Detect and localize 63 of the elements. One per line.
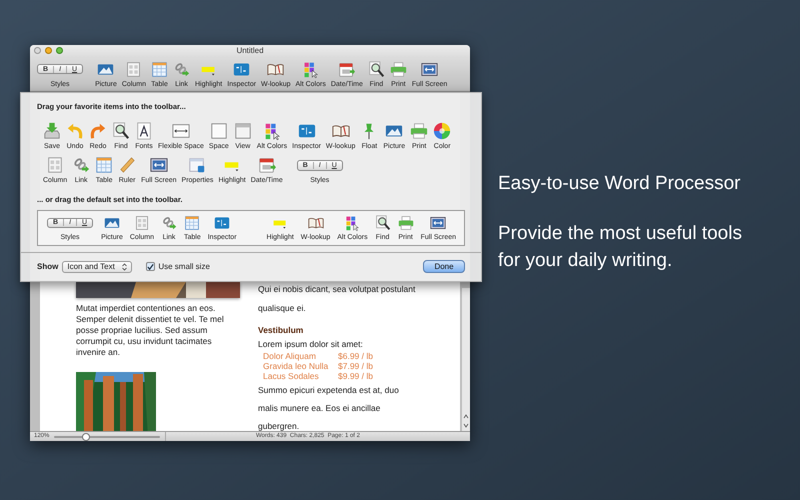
price-value: $6.99 / lb <box>338 351 373 361</box>
fullscreen-icon <box>430 214 446 230</box>
section-heading: Vestibulum <box>258 324 304 337</box>
chain-icon <box>161 214 177 230</box>
scroll-bar[interactable] <box>462 288 470 431</box>
font-icon <box>135 122 153 140</box>
price-item: Lacus Sodales <box>263 371 320 381</box>
table-icon <box>95 156 114 174</box>
fullscreen-icon <box>421 60 438 78</box>
properties-icon <box>188 156 206 174</box>
zoom-slider-thumb[interactable] <box>82 432 90 440</box>
window-icon <box>234 122 252 140</box>
checkbox-label: Use small size <box>158 260 210 273</box>
printer-icon <box>410 122 428 140</box>
printer-icon <box>398 214 414 230</box>
body-paragraph: Mutat imperdiet contentiones an eos. Semper delenit dissentiet te vel. Te mel posse propriae lucilius. Sed assum corrumpit cu, usu invidunt tacimates invenire an. <box>76 303 225 358</box>
grid-icon <box>125 60 142 78</box>
undo-icon <box>66 122 84 140</box>
ruler-icon <box>118 156 136 174</box>
panel-icon <box>214 214 230 230</box>
color-wheel-icon <box>433 122 452 140</box>
download-icon <box>43 122 61 140</box>
chain-icon <box>72 156 90 174</box>
checkbox[interactable] <box>146 262 156 272</box>
dropdown-arrows-icon <box>122 262 128 271</box>
calendar-icon <box>258 156 276 174</box>
price-item: Dolor Aliquam <box>263 351 317 361</box>
close-control[interactable] <box>34 47 41 54</box>
zoom-control[interactable] <box>56 47 63 54</box>
price-value: $9.99 / lb <box>338 371 373 381</box>
body-paragraph: Qui ei nobis dicant, sea volutpat postulant qualisque ei. <box>258 283 416 315</box>
scroll-arrows-icon <box>463 413 469 429</box>
search-icon <box>368 60 385 78</box>
flexible-space-icon <box>172 122 190 140</box>
panel-icon <box>298 122 316 140</box>
price-item: Gravida leo Nulla <box>263 361 330 371</box>
grid-icon <box>46 156 64 174</box>
chain-icon <box>173 60 190 78</box>
search-icon <box>112 122 130 140</box>
promo-text: Provide the most useful tools for your daily writing. <box>498 222 743 273</box>
color-squares-icon <box>344 214 360 230</box>
minimize-control[interactable] <box>45 47 52 54</box>
grid-icon <box>134 214 150 230</box>
promo-title: Easy-to-use Word Processor <box>498 172 742 196</box>
show-dropdown[interactable]: Icon and Text <box>62 260 132 273</box>
body-paragraph: Summo epicuri expetenda est at, duo malis munere ea. Eos ei ancillae gubergren. <box>258 384 400 431</box>
fullscreen-icon <box>150 156 168 174</box>
done-button[interactable]: Done <box>423 260 465 274</box>
body-text: Lorem ipsum dolor sit amet: <box>258 338 364 351</box>
window-title: Untitled <box>236 45 264 57</box>
checkmark-icon <box>147 262 154 271</box>
show-label: Show <box>37 260 58 273</box>
space-icon <box>210 122 228 140</box>
calendar-icon <box>338 60 356 78</box>
search-icon <box>374 214 391 230</box>
color-squares-icon <box>302 60 320 78</box>
color-squares-icon <box>262 122 281 140</box>
price-value: $7.99 / lb <box>338 361 373 371</box>
printer-icon <box>390 60 407 78</box>
redo-icon <box>89 122 107 140</box>
table-icon <box>151 60 168 78</box>
panel-icon <box>233 60 250 78</box>
table-icon <box>184 214 200 230</box>
